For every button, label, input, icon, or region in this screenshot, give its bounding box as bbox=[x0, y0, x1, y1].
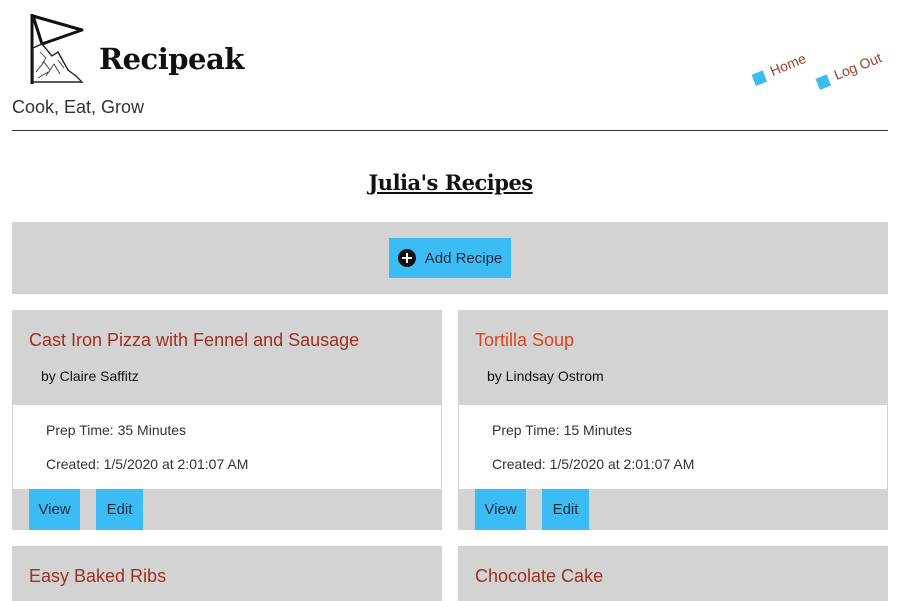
page-title: Julia's Recipes bbox=[368, 170, 533, 195]
recipe-card: Tortilla Soup by Lindsay Ostrom Prep Tim… bbox=[458, 310, 888, 530]
recipe-author: by Lindsay Ostrom bbox=[487, 368, 604, 384]
edit-button[interactable]: Edit bbox=[96, 489, 143, 530]
recipe-title[interactable]: Tortilla Soup bbox=[475, 330, 574, 351]
recipe-title[interactable]: Easy Baked Ribs bbox=[29, 566, 166, 587]
recipe-created-date: Created: 1/5/2020 at 2:01:07 AM bbox=[492, 456, 695, 472]
recipe-author: by Claire Saffitz bbox=[41, 368, 139, 384]
recipe-created-date: Created: 1/5/2020 at 2:01:07 AM bbox=[46, 456, 249, 472]
add-recipe-label: Add Recipe bbox=[424, 249, 503, 267]
recipe-title[interactable]: Cast Iron Pizza with Fennel and Sausage bbox=[29, 330, 359, 351]
recipe-card: Chocolate Cake bbox=[458, 546, 888, 601]
tagline: Cook, Eat, Grow bbox=[12, 97, 145, 117]
view-button[interactable]: View bbox=[29, 489, 80, 530]
edit-button[interactable]: Edit bbox=[542, 489, 589, 530]
flag-mountain-icon bbox=[24, 12, 86, 86]
recipe-details: Prep Time: 15 Minutes Created: 1/5/2020 … bbox=[458, 405, 888, 489]
recipe-prep-time: Prep Time: 35 Minutes bbox=[46, 422, 187, 438]
site-header: Recipeak Cook, Eat, Grow bbox=[12, 0, 888, 131]
recipe-prep-time: Prep Time: 15 Minutes bbox=[492, 422, 633, 438]
recipe-title[interactable]: Chocolate Cake bbox=[475, 566, 603, 587]
recipe-card: Easy Baked Ribs bbox=[12, 546, 442, 601]
recipe-card: Cast Iron Pizza with Fennel and Sausage … bbox=[12, 310, 442, 530]
plus-circle-icon bbox=[397, 249, 416, 267]
recipe-details: Prep Time: 35 Minutes Created: 1/5/2020 … bbox=[12, 405, 442, 489]
brand-name: Recipeak bbox=[99, 42, 244, 76]
add-recipe-button[interactable]: Add Recipe bbox=[389, 238, 511, 278]
add-recipe-bar: Add Recipe bbox=[12, 222, 888, 294]
view-button[interactable]: View bbox=[475, 489, 526, 530]
